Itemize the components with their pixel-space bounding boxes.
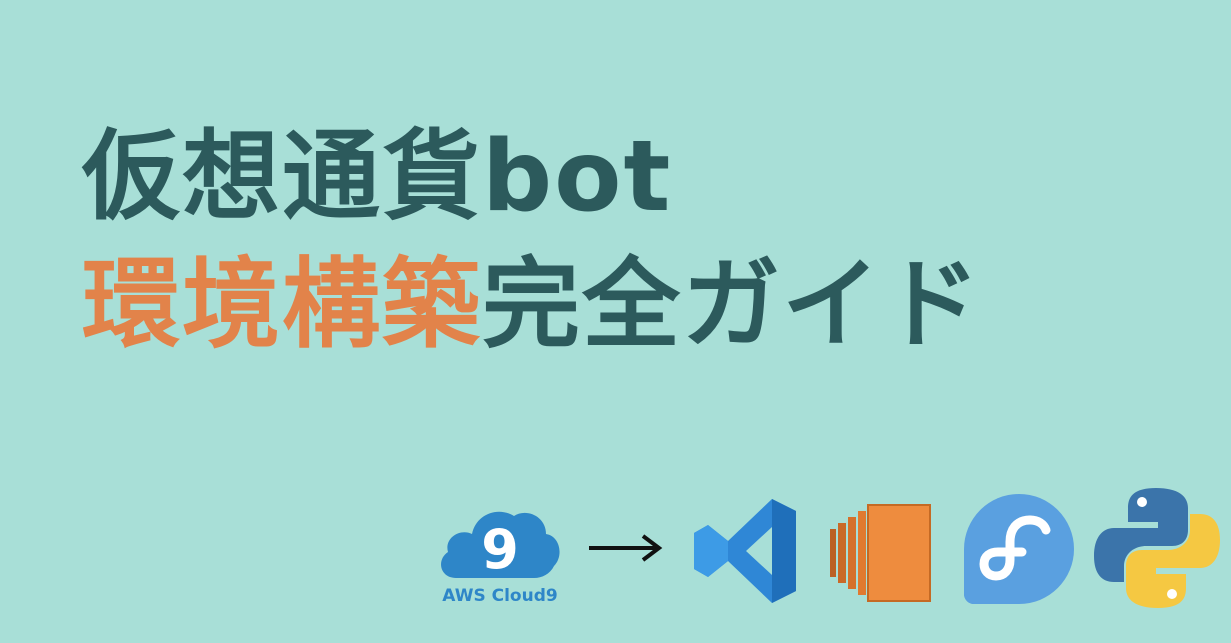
cloud9-mark: 9 bbox=[481, 518, 519, 581]
fedora-icon bbox=[960, 490, 1078, 608]
vscode-icon bbox=[688, 495, 804, 607]
python-icon bbox=[1092, 484, 1222, 612]
logo-row: 9 AWS Cloud9 bbox=[0, 0, 1231, 643]
cloud9-label: AWS Cloud9 bbox=[442, 586, 558, 606]
arrow-right-icon bbox=[585, 527, 665, 567]
aws-ec2-icon bbox=[828, 495, 934, 609]
aws-cloud9-icon: 9 AWS Cloud9 bbox=[434, 500, 566, 610]
